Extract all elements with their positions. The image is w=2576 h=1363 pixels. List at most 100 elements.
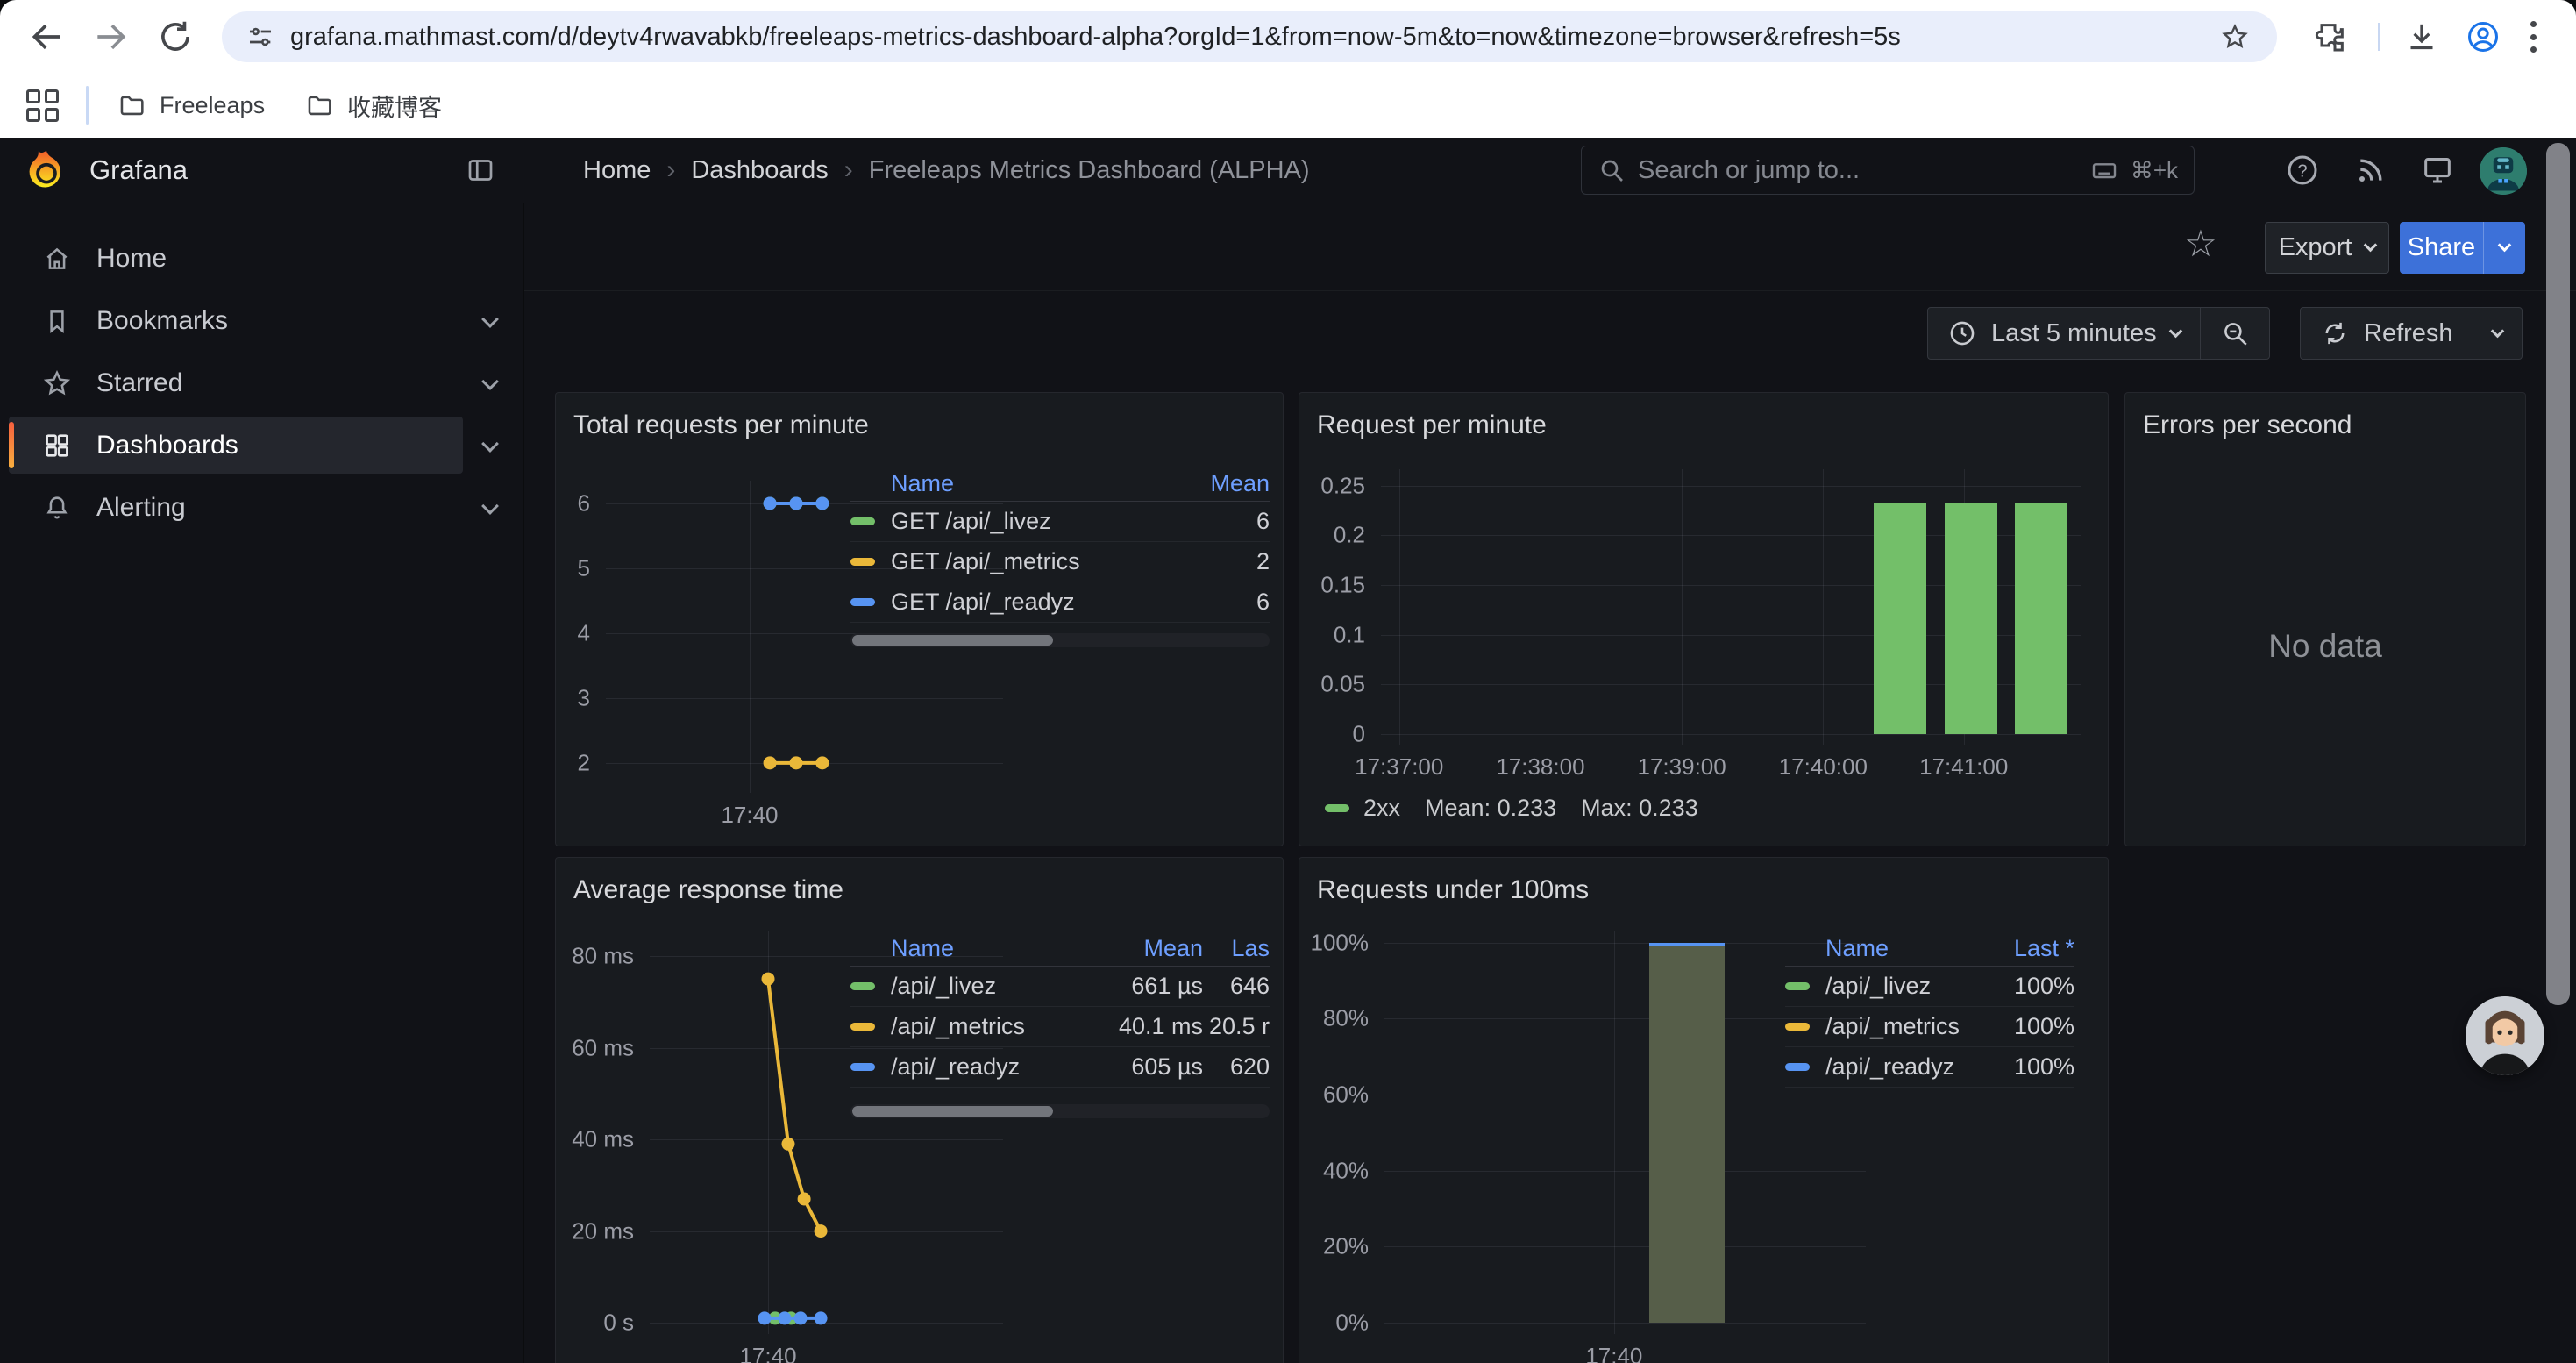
- chevron-down-icon[interactable]: [481, 310, 499, 328]
- legend-header-name[interactable]: Name: [850, 935, 1089, 962]
- site-settings-icon[interactable]: [246, 23, 274, 51]
- legend-scrollbar[interactable]: [850, 633, 1270, 647]
- legend-row[interactable]: GET /api/_readyz 6: [850, 582, 1270, 623]
- star-icon: [42, 368, 72, 398]
- y-axis-label: 80 ms: [572, 942, 634, 969]
- sidebar-item-alerting[interactable]: Alerting: [0, 479, 523, 536]
- chevron-down-icon: [2490, 324, 2504, 338]
- legend-row[interactable]: /api/_readyz 100%: [1785, 1047, 2074, 1088]
- refresh-button[interactable]: Refresh: [2301, 308, 2473, 359]
- kiosk-monitor-icon[interactable]: [2420, 153, 2455, 188]
- legend-row[interactable]: /api/_metrics 100%: [1785, 1007, 2074, 1047]
- y-axis-label: 2: [578, 749, 590, 776]
- x-axis-label: 17:40: [1585, 1343, 1642, 1363]
- floating-assistant-avatar[interactable]: [2466, 996, 2544, 1075]
- panel-title[interactable]: Total requests per minute: [573, 410, 869, 440]
- search-input[interactable]: [1638, 156, 2078, 185]
- chevron-down-icon: [2168, 324, 2182, 338]
- grafana-logo-icon[interactable]: [26, 149, 67, 191]
- legend-row[interactable]: /api/_livez 661 µs 646: [850, 967, 1270, 1007]
- help-icon[interactable]: ?: [2285, 153, 2320, 188]
- legend-row[interactable]: GET /api/_livez 6: [850, 502, 1270, 542]
- bookmark-star-icon[interactable]: [2221, 23, 2249, 51]
- legend-header-name[interactable]: Name: [850, 470, 1199, 497]
- legend-header-last[interactable]: Last *: [1987, 935, 2074, 962]
- legend-header-name[interactable]: Name: [1785, 935, 1987, 962]
- export-button[interactable]: Export: [2265, 222, 2389, 274]
- bookmark-folder-label: Freeleaps: [160, 92, 265, 119]
- breadcrumb-home[interactable]: Home: [583, 156, 651, 185]
- share-menu-button[interactable]: [2483, 222, 2525, 274]
- page-scrollbar-thumb[interactable]: [2546, 143, 2570, 1005]
- user-avatar[interactable]: [2480, 147, 2527, 195]
- legend-header-mean[interactable]: Mean: [1089, 935, 1203, 962]
- legend-row[interactable]: /api/_metrics 40.1 ms 20.5 r: [850, 1007, 1270, 1047]
- legend-row[interactable]: /api/_livez 100%: [1785, 967, 2074, 1007]
- breadcrumb-separator: ›: [844, 155, 853, 185]
- sidebar-toggle-icon[interactable]: [465, 154, 496, 186]
- chevron-down-icon[interactable]: [481, 497, 499, 515]
- legend-header: Name Mean Las: [850, 931, 1270, 967]
- y-gridline: [1381, 734, 2081, 735]
- back-icon[interactable]: [28, 18, 67, 56]
- sidebar-item-bookmarks[interactable]: Bookmarks: [0, 292, 523, 349]
- sidebar-item-dashboards[interactable]: Dashboards: [0, 417, 523, 474]
- dashboard-subheader: ☆ Export Share: [524, 203, 2576, 291]
- legend-item[interactable]: 2xx: [1325, 795, 1400, 822]
- chevron-down-icon[interactable]: [481, 373, 499, 390]
- profile-icon[interactable]: [2466, 19, 2501, 54]
- zoom-out-button[interactable]: [2200, 308, 2269, 359]
- browser-menu-icon[interactable]: [2529, 21, 2537, 53]
- legend-scrollbar-thumb[interactable]: [852, 635, 1053, 646]
- bookmark-folder-freeleaps[interactable]: Freeleaps: [103, 82, 279, 128]
- panel-avg-response-time: Average response time 80 ms60 ms40 ms20 …: [555, 857, 1284, 1363]
- downloads-icon[interactable]: [2404, 19, 2439, 54]
- bookmark-folder-label: 收藏博客: [347, 89, 442, 123]
- series-color-pill: [850, 517, 875, 525]
- reload-icon[interactable]: [156, 18, 195, 56]
- clock-icon: [1947, 318, 1977, 348]
- forward-icon[interactable]: [91, 18, 130, 56]
- panel-title[interactable]: Request per minute: [1317, 410, 1547, 440]
- breadcrumb-dashboards[interactable]: Dashboards: [691, 156, 828, 185]
- series-last: 100%: [1987, 973, 2074, 1000]
- address-bar[interactable]: [222, 11, 2277, 62]
- series-name: GET /api/_livez: [891, 508, 1199, 535]
- sidebar-item-label: Alerting: [96, 493, 186, 523]
- refresh-interval-button[interactable]: [2473, 308, 2522, 359]
- panel-title[interactable]: Average response time: [573, 875, 843, 905]
- legend-row[interactable]: /api/_readyz 605 µs 620: [850, 1047, 1270, 1088]
- y-axis-label: 5: [578, 554, 590, 582]
- y-axis-label: 3: [578, 684, 590, 711]
- series-mean: 6: [1199, 508, 1270, 535]
- sidebar-item-starred[interactable]: Starred: [0, 354, 523, 411]
- chevron-down-icon[interactable]: [481, 435, 499, 453]
- legend-scrollbar-thumb[interactable]: [852, 1106, 1053, 1117]
- legend-scrollbar[interactable]: [850, 1104, 1270, 1118]
- legend-header-mean[interactable]: Mean: [1199, 470, 1270, 497]
- panel-title[interactable]: Requests under 100ms: [1317, 875, 1589, 905]
- apps-grid-icon[interactable]: [26, 89, 60, 123]
- x-axis-label: 17:40: [739, 1343, 796, 1363]
- share-button[interactable]: Share: [2400, 222, 2525, 274]
- series-name: GET /api/_metrics: [891, 548, 1199, 575]
- bookmark-folder-blogs[interactable]: 收藏博客: [291, 82, 456, 128]
- legend-table: Name Mean Las /api/_livez 661 µs 646 /ap…: [850, 931, 1270, 1088]
- browser-toolbar: [0, 0, 2576, 74]
- breadcrumb-separator: ›: [666, 155, 675, 185]
- sidebar-item-home[interactable]: Home: [0, 230, 523, 287]
- series-color-pill: [1325, 804, 1349, 812]
- legend-header-last[interactable]: Las: [1203, 935, 1270, 962]
- dashboard-canvas: Total requests per minute 6543217:40 Nam…: [524, 365, 2576, 1363]
- panel-title[interactable]: Errors per second: [2143, 410, 2352, 440]
- legend-row[interactable]: GET /api/_metrics 2: [850, 542, 1270, 582]
- url-input[interactable]: [290, 11, 2202, 62]
- search-box[interactable]: ⌘+k: [1581, 146, 2195, 195]
- panel-total-requests: Total requests per minute 6543217:40 Nam…: [555, 392, 1284, 846]
- favorite-star-icon[interactable]: ☆: [2181, 225, 2220, 263]
- time-range-picker[interactable]: Last 5 minutes: [1928, 308, 2200, 359]
- extensions-icon[interactable]: [2313, 19, 2348, 54]
- series-name: /api/_readyz: [1825, 1053, 1987, 1081]
- news-rss-icon[interactable]: [2353, 153, 2388, 188]
- bar-chart[interactable]: 0.250.20.150.10.05017:37:0017:38:0017:39…: [1381, 469, 2081, 745]
